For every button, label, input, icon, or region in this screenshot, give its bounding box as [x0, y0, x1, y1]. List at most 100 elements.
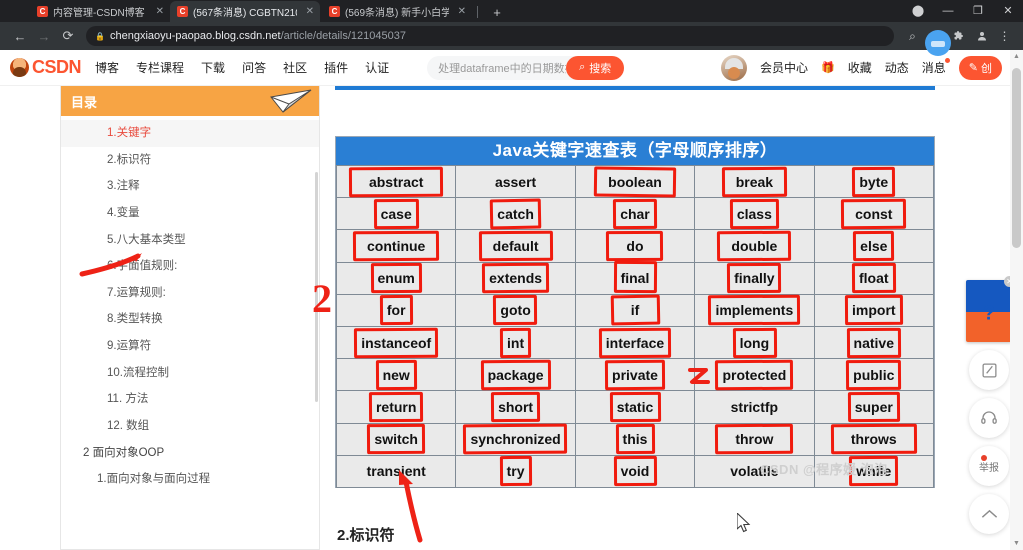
keyword-cell-private[interactable]: private: [574, 358, 696, 392]
extensions-puzzle-icon[interactable]: [948, 26, 969, 47]
keyword-cell-const[interactable]: const: [813, 197, 935, 231]
toc-item-4[interactable]: 4.变量: [61, 200, 319, 227]
keyword-cell-package[interactable]: package: [455, 358, 576, 392]
nav-item-certification[interactable]: 认证: [365, 59, 389, 76]
keyword-cell-try[interactable]: try: [455, 454, 576, 488]
keyword-cell-long[interactable]: long: [694, 325, 815, 360]
keyword-cell-extends[interactable]: extends: [455, 261, 576, 295]
keyword-cell-if[interactable]: if: [574, 293, 696, 327]
toc-item-oop[interactable]: 2 面向对象OOP: [61, 440, 319, 467]
link-member-center[interactable]: 会员中心: [760, 59, 808, 76]
keyword-cell-throws[interactable]: throws: [813, 422, 935, 456]
keyword-cell-strictfp[interactable]: strictfp: [694, 390, 815, 424]
keyword-cell-int[interactable]: int: [455, 325, 576, 360]
toc-item-11[interactable]: 11. 方法: [61, 386, 319, 413]
toc-item-2[interactable]: 2.标识符: [61, 147, 319, 174]
tab-close-icon[interactable]: ✕: [152, 6, 164, 17]
keyword-cell-double[interactable]: double: [694, 229, 815, 263]
write-note-icon[interactable]: [969, 350, 1009, 390]
keyword-cell-char[interactable]: char: [574, 197, 696, 231]
window-close-button[interactable]: ✕: [993, 0, 1023, 22]
browser-tab-1[interactable]: C 内容管理-CSDN博客 ✕: [30, 1, 170, 22]
keyword-cell-super[interactable]: super: [813, 390, 935, 424]
nav-item-community[interactable]: 社区: [283, 59, 307, 76]
keyword-cell-while[interactable]: while: [813, 454, 935, 488]
keyword-cell-this[interactable]: this: [574, 422, 696, 456]
reload-button[interactable]: ⟳: [56, 24, 80, 48]
keyword-cell-synchronized[interactable]: synchronized: [455, 422, 576, 456]
keyword-cell-void[interactable]: void: [574, 454, 696, 488]
keyword-cell-enum[interactable]: enum: [335, 261, 457, 295]
scroll-up-icon[interactable]: ▲: [1013, 53, 1020, 60]
keyword-cell-byte[interactable]: byte: [813, 164, 935, 199]
forward-button[interactable]: →: [32, 24, 56, 48]
search-button[interactable]: ⌕ 搜索: [566, 55, 625, 80]
tab-close-icon[interactable]: ✕: [454, 6, 466, 17]
keyword-cell-abstract[interactable]: abstract: [335, 164, 457, 199]
keyword-cell-native[interactable]: native: [813, 325, 935, 360]
keyword-cell-import[interactable]: import: [813, 293, 935, 327]
scrollbar-thumb[interactable]: [1012, 68, 1021, 248]
keyword-cell-public[interactable]: public: [813, 358, 935, 392]
new-tab-button[interactable]: +: [488, 3, 506, 21]
link-activity[interactable]: 动态: [885, 59, 909, 76]
keyword-cell-instanceof[interactable]: instanceof: [335, 325, 457, 360]
keyword-cell-default[interactable]: default: [455, 229, 576, 263]
window-minimize-button[interactable]: —: [933, 0, 963, 22]
report-icon[interactable]: 举报: [969, 446, 1009, 486]
back-button[interactable]: ←: [8, 24, 32, 48]
browser-tab-3[interactable]: C (569条消息) 新手小白学JAVA 字 ✕: [322, 1, 472, 22]
keyword-cell-class[interactable]: class: [694, 197, 815, 231]
keyword-cell-do[interactable]: do: [574, 229, 696, 263]
nav-item-download[interactable]: 下载: [201, 59, 225, 76]
keyword-cell-goto[interactable]: goto: [455, 293, 576, 327]
keyword-cell-else[interactable]: else: [813, 229, 935, 263]
window-restore-icon[interactable]: ⬤: [903, 0, 933, 22]
toc-item-5[interactable]: 5.八大基本类型: [61, 227, 319, 254]
link-messages[interactable]: 消息: [922, 58, 950, 76]
create-button[interactable]: ✎ 创: [958, 55, 1002, 80]
toc-item-10[interactable]: 10.流程控制: [61, 360, 319, 387]
browser-tab-2[interactable]: C (567条消息) CGBTN2109汇总表 ✕: [170, 1, 320, 22]
keyword-cell-volatile[interactable]: volatile: [694, 454, 815, 488]
keyword-cell-throw[interactable]: throw: [694, 422, 815, 456]
keyword-cell-float[interactable]: float: [813, 261, 935, 295]
keyword-cell-catch[interactable]: catch: [455, 197, 576, 231]
keyword-cell-continue[interactable]: continue: [335, 229, 457, 263]
search-icon[interactable]: ⌕: [902, 26, 923, 47]
profile-icon[interactable]: [971, 26, 992, 47]
toc-item-6[interactable]: 6.字面值规则:: [61, 253, 319, 280]
keyword-cell-for[interactable]: for: [335, 293, 457, 327]
toc-scrollbar[interactable]: [315, 172, 318, 402]
toc-item-oop-1[interactable]: 1.面向对象与面向过程: [61, 466, 319, 493]
keyword-cell-return[interactable]: return: [335, 390, 457, 424]
toc-item-8[interactable]: 8.类型转换: [61, 306, 319, 333]
search-input[interactable]: [438, 61, 567, 74]
toc-item-7[interactable]: 7.运算规则:: [61, 280, 319, 307]
keyword-cell-protected[interactable]: protected: [694, 358, 815, 392]
keyword-cell-assert[interactable]: assert: [455, 164, 576, 199]
toc-item-1[interactable]: 1.关键字: [61, 120, 319, 147]
ad-banner[interactable]: ? ✕: [966, 276, 1015, 342]
tab-close-icon[interactable]: ✕: [302, 6, 314, 17]
keyword-cell-boolean[interactable]: boolean: [574, 164, 696, 199]
chat-bubble-icon[interactable]: [925, 30, 951, 56]
nav-item-qa[interactable]: 问答: [242, 59, 266, 76]
browser-menu-icon[interactable]: ⋮: [994, 26, 1015, 47]
page-scrollbar[interactable]: ▲ ▼: [1010, 50, 1023, 550]
avatar[interactable]: [721, 54, 748, 81]
keyword-cell-implements[interactable]: implements: [694, 293, 815, 327]
nav-item-blog[interactable]: 博客: [95, 59, 119, 76]
window-maximize-button[interactable]: ❐: [963, 0, 993, 22]
keyword-cell-case[interactable]: case: [335, 197, 457, 231]
keyword-cell-finally[interactable]: finally: [694, 261, 815, 295]
keyword-cell-break[interactable]: break: [694, 164, 815, 199]
keyword-cell-transient[interactable]: transient: [335, 454, 457, 488]
nav-item-plugins[interactable]: 插件: [324, 59, 348, 76]
keyword-cell-static[interactable]: static: [574, 390, 696, 424]
headset-support-icon[interactable]: [969, 398, 1009, 438]
keyword-cell-final[interactable]: final: [574, 261, 696, 295]
keyword-cell-new[interactable]: new: [335, 358, 457, 392]
link-favorites[interactable]: 收藏: [848, 59, 872, 76]
keyword-cell-short[interactable]: short: [455, 390, 576, 424]
